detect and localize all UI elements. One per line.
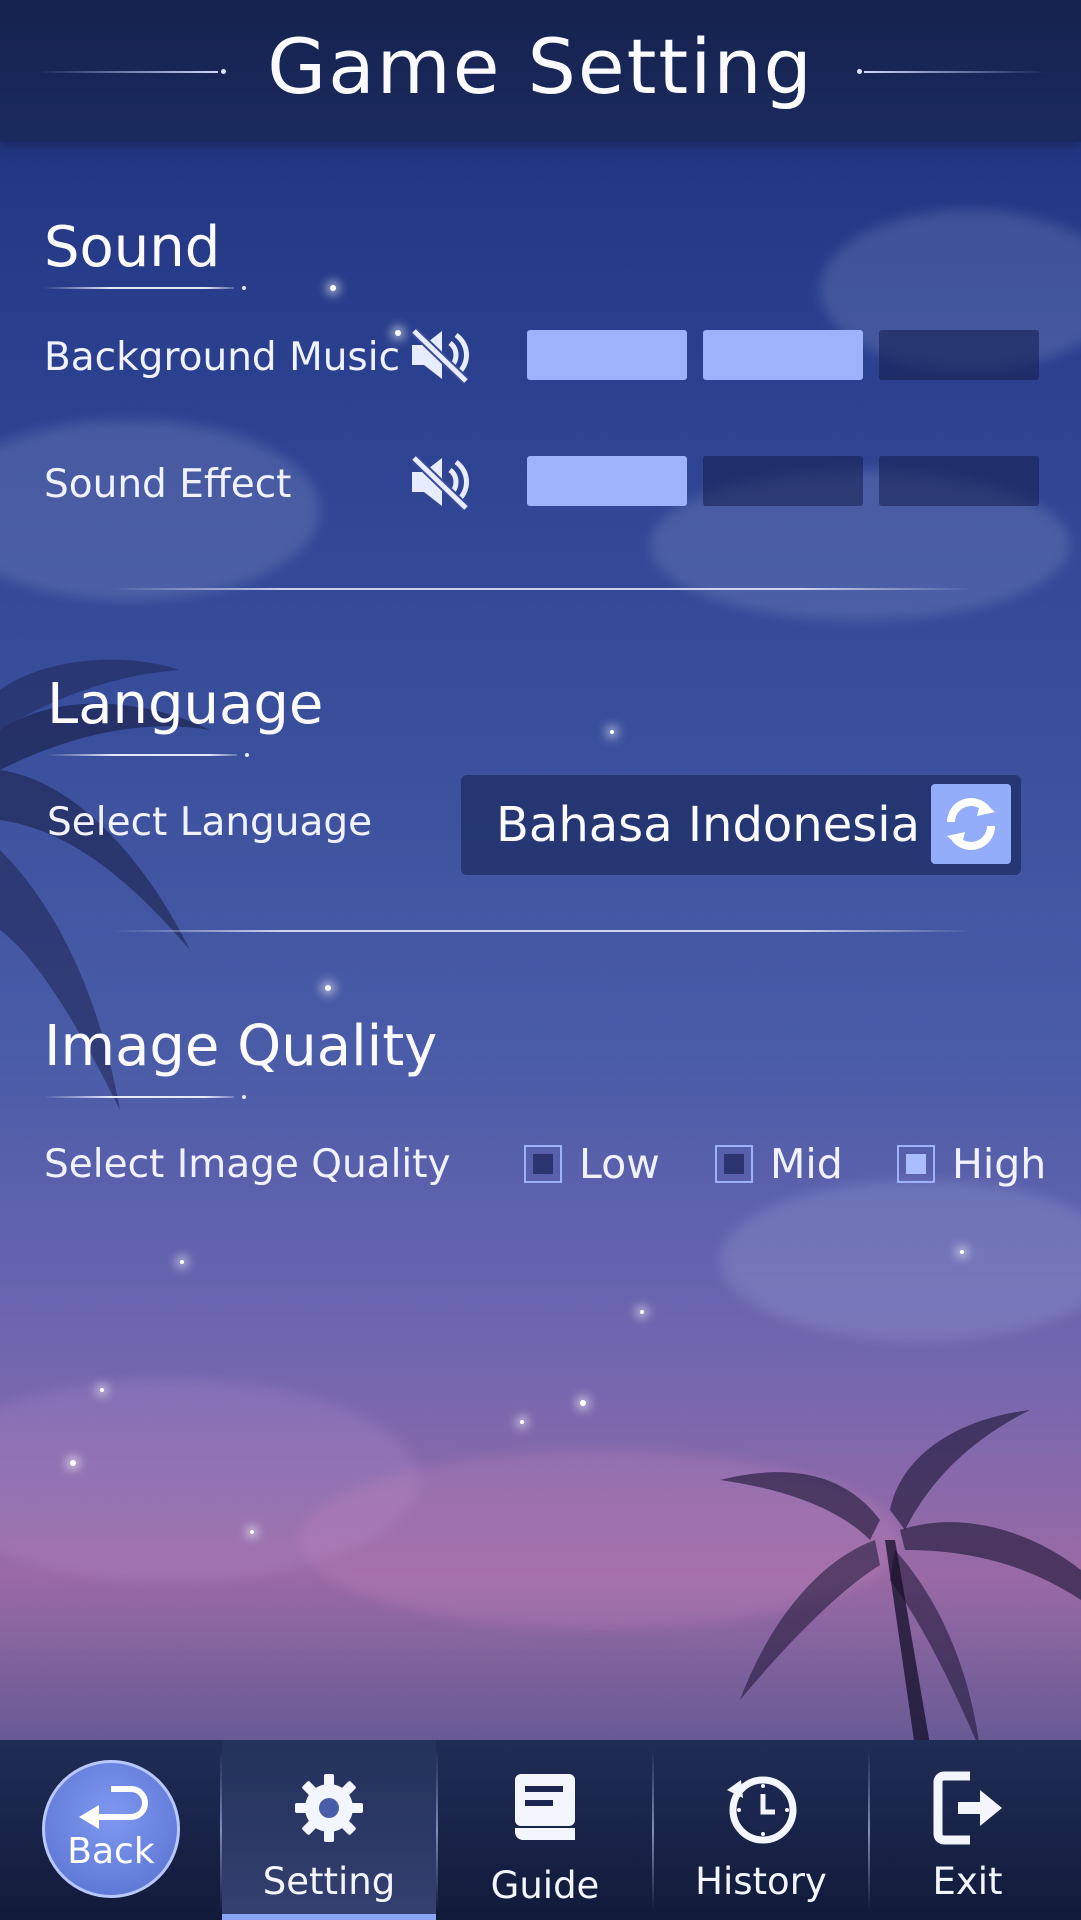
bottom-navigation: Back Setting Guide History Exit [0, 1740, 1081, 1920]
tab-setting-label: Setting [262, 1860, 396, 1903]
tab-exit[interactable]: Exit [870, 1740, 1065, 1920]
mid-label: Mid [770, 1140, 843, 1188]
section-divider [112, 930, 972, 932]
header-bar: Game Setting [0, 0, 1081, 142]
language-selector[interactable]: Bahasa Indonesia [461, 775, 1021, 875]
tab-history-label: History [695, 1860, 827, 1903]
select-image-quality-label: Select Image Quality [44, 1142, 451, 1187]
back-arrow-icon [79, 1786, 148, 1829]
background-music-level-1[interactable] [527, 330, 687, 380]
mid-checkbox[interactable] [715, 1145, 753, 1183]
background-music-level-2[interactable] [703, 330, 863, 380]
tab-setting[interactable]: Setting [222, 1740, 436, 1920]
image-quality-title-underline [44, 1095, 246, 1099]
sound-effect-level-3[interactable] [879, 456, 1039, 506]
low-checkbox[interactable] [524, 1145, 562, 1183]
background-music-label: Background Music [44, 335, 401, 380]
refresh-icon [947, 798, 995, 850]
sound-title-underline [44, 286, 246, 290]
language-refresh-button[interactable] [931, 784, 1011, 864]
language-title-underline [47, 753, 249, 757]
back-label: Back [67, 1831, 155, 1872]
page-title: Game Setting [267, 22, 814, 111]
low-label: Low [579, 1140, 660, 1188]
language-section-title: Language [47, 672, 324, 737]
sound-effect-level-1[interactable] [527, 456, 687, 506]
clock-history-icon [727, 1776, 797, 1844]
select-language-label: Select Language [47, 800, 373, 845]
back-button[interactable]: Back [42, 1760, 180, 1898]
language-value: Bahasa Indonesia [496, 797, 920, 853]
book-icon [515, 1774, 575, 1840]
tab-guide-label: Guide [490, 1864, 600, 1907]
gear-icon [295, 1774, 363, 1842]
header-dot-right [857, 69, 862, 74]
tab-exit-label: Exit [932, 1860, 1003, 1903]
sound-section-title: Sound [44, 215, 221, 280]
high-label: High [952, 1140, 1047, 1188]
image-quality-section-title: Image Quality [44, 1014, 438, 1079]
section-divider [112, 588, 972, 590]
background-music-level-3[interactable] [879, 330, 1039, 380]
header-decoration-right [864, 71, 1044, 73]
sound-effect-label: Sound Effect [44, 462, 292, 507]
background-music-mute-icon[interactable] [408, 325, 478, 385]
tab-guide[interactable]: Guide [438, 1740, 652, 1920]
sound-effect-mute-icon[interactable] [408, 452, 478, 512]
sound-effect-level-2[interactable] [703, 456, 863, 506]
exit-icon [933, 1771, 1002, 1845]
high-checkbox[interactable] [897, 1145, 935, 1183]
tab-history[interactable]: History [654, 1740, 868, 1920]
